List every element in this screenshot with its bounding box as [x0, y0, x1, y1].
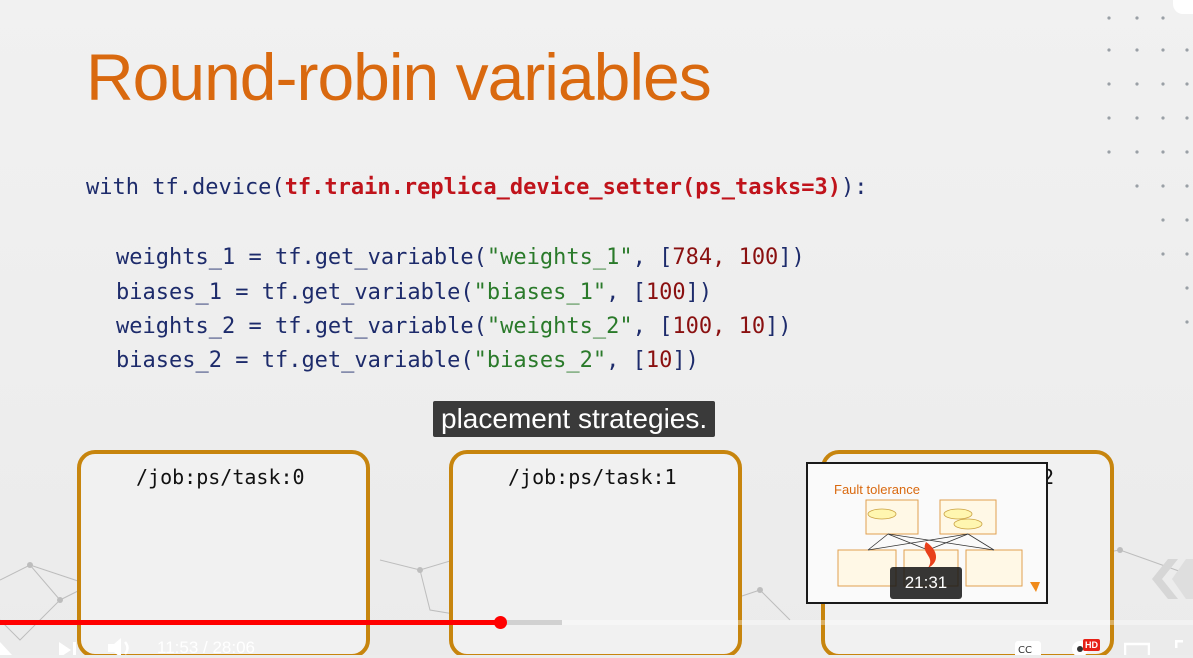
ps-task-label-0: /job:ps/task:0	[136, 465, 305, 489]
code-line-biases-1: biases_1 = tf.get_variable("biases_1", […	[116, 282, 712, 304]
miniplayer-icon[interactable]	[1124, 642, 1150, 655]
code-end: ])	[778, 245, 805, 270]
code-end: ])	[672, 348, 699, 373]
code-string: "weights_1"	[486, 245, 633, 270]
code-shape: 100	[645, 280, 686, 305]
logo-chevron-decoration	[1152, 559, 1193, 599]
code-line-weights-1: weights_1 = tf.get_variable("weights_1",…	[116, 247, 805, 269]
code-call: = tf.get_variable(	[235, 314, 487, 339]
volume-icon[interactable]	[106, 636, 136, 655]
code-sep: , [	[606, 348, 646, 373]
hd-badge: HD	[1083, 639, 1100, 651]
code-end: ])	[685, 280, 713, 305]
played-bar	[0, 620, 500, 625]
ps-task-label-1: /job:ps/task:1	[508, 465, 677, 489]
next-icon[interactable]	[57, 640, 79, 655]
time-display: 11:53 / 28:06	[157, 638, 255, 657]
code-sep: , [	[632, 245, 673, 270]
code-var: weights_1	[116, 245, 236, 270]
code-var: biases_1	[116, 280, 222, 305]
code-shape: 784, 100	[672, 245, 779, 270]
code-string: "biases_2"	[473, 348, 607, 373]
slide-title: Round-robin variables	[86, 40, 712, 114]
subtitle-caption: placement strategies.	[433, 401, 716, 437]
code-string: "biases_1"	[473, 280, 607, 305]
code-shape: 100, 10	[672, 314, 766, 339]
code-shape: 10	[645, 348, 673, 373]
code-setter-call: tf.train.replica_device_setter(ps_tasks=…	[284, 175, 841, 200]
code-with-prefix: with tf.device(	[86, 175, 285, 200]
code-call: = tf.get_variable(	[235, 245, 487, 270]
code-end: ])	[765, 314, 792, 339]
code-var: weights_2	[116, 314, 236, 339]
scrubber-handle[interactable]	[493, 616, 507, 629]
captions-icon[interactable]: CC	[1014, 640, 1042, 655]
code-with-line: with tf.device(tf.train.replica_device_s…	[86, 177, 867, 199]
player-controls: 11:53 / 28:06 CC HD	[0, 630, 1193, 657]
code-sep: , [	[606, 280, 646, 305]
code-sep: , [	[632, 314, 673, 339]
play-button-partial[interactable]	[0, 642, 14, 655]
fullscreen-icon[interactable]	[1175, 640, 1193, 655]
code-string: "weights_2"	[486, 314, 633, 339]
code-line-weights-2: weights_2 = tf.get_variable("weights_2",…	[116, 316, 792, 338]
code-call: = tf.get_variable(	[221, 348, 474, 373]
code-var: biases_2	[116, 348, 222, 373]
seek-bar[interactable]	[0, 616, 1193, 629]
code-call: = tf.get_variable(	[221, 280, 474, 305]
code-line-biases-2: biases_2 = tf.get_variable("biases_2", […	[116, 350, 699, 372]
code-with-suffix: ):	[840, 175, 868, 200]
corner-close-icon[interactable]	[1173, 0, 1193, 14]
svg-text:CC: CC	[1018, 645, 1032, 655]
preview-time-badge: 21:31	[890, 567, 962, 599]
